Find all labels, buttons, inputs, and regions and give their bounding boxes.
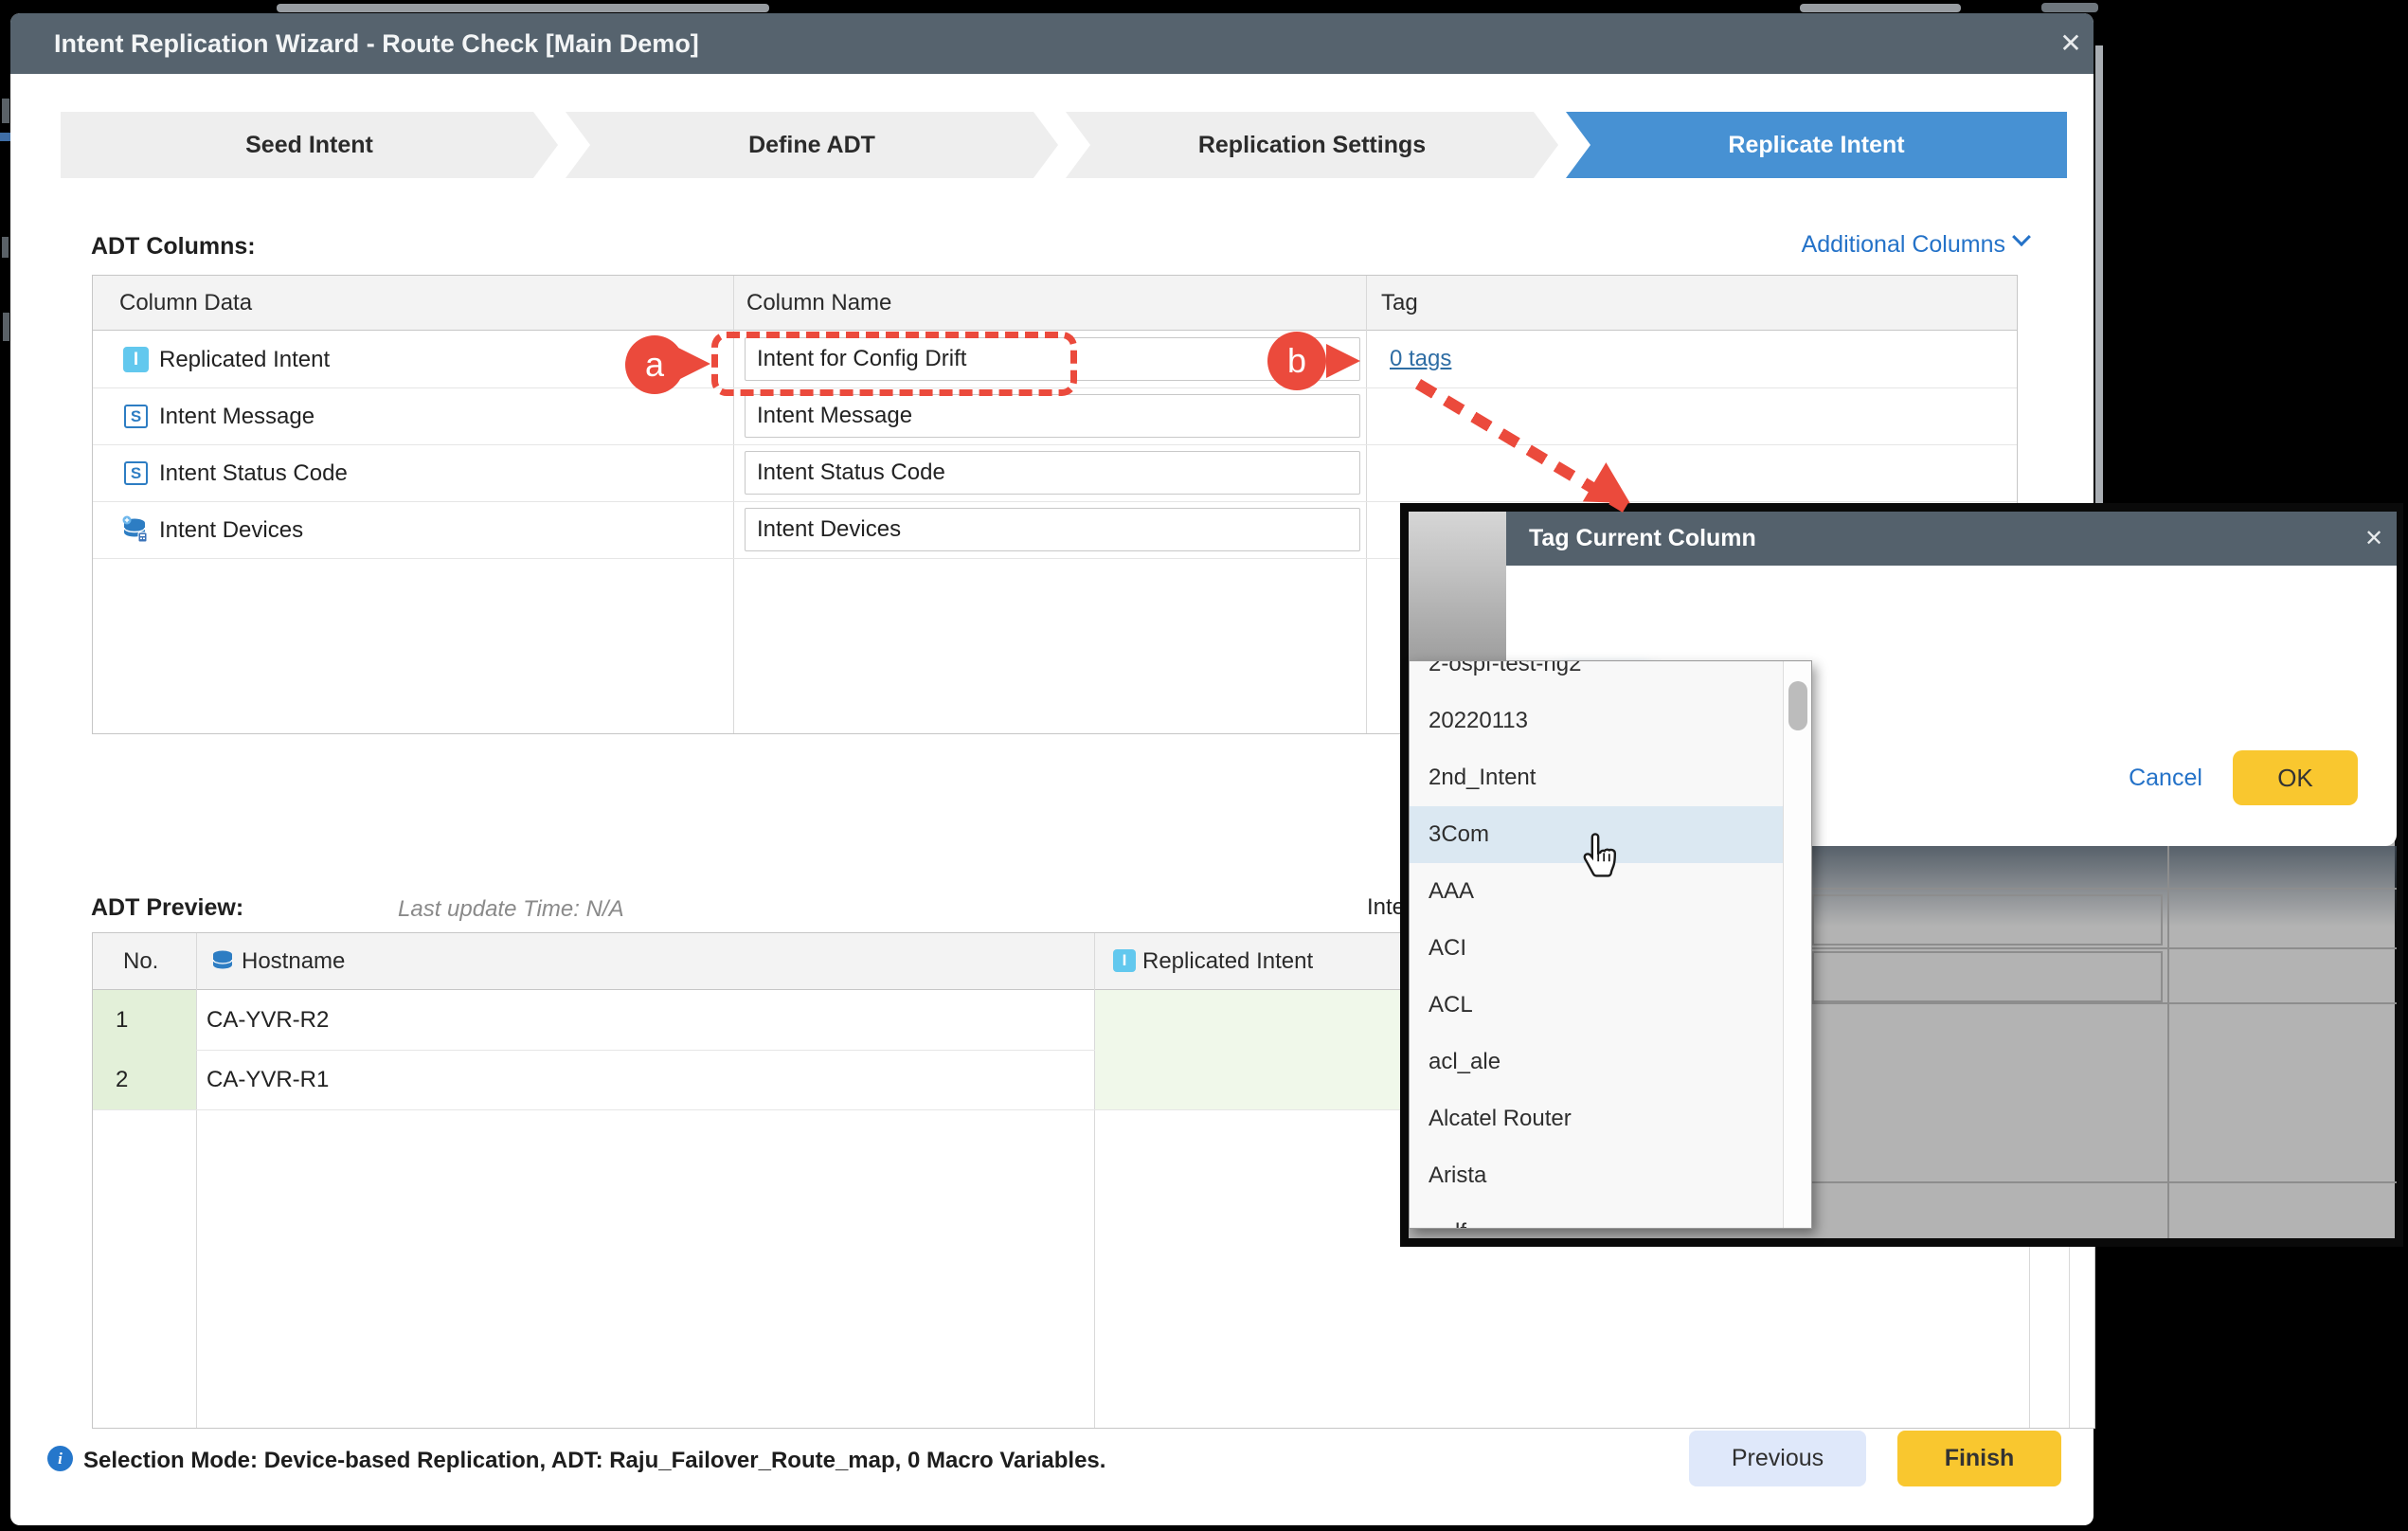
additional-columns-text: Additional Columns [1802,231,2005,258]
close-icon[interactable]: ✕ [2052,25,2090,63]
string-icon: S [124,461,148,485]
dimmed-input-box [1812,951,2163,1002]
column-data-label: Intent Message [159,404,314,430]
last-update-time: Last update Time: N/A [398,896,624,923]
col-header-no: No. [123,948,158,975]
col-header-hostname: Hostname [242,948,345,975]
dimmed-table-line [1812,1181,2397,1183]
annotation-badge-b: b [1267,332,1326,390]
annotation-badge-b-pointer [1326,344,1360,378]
tag-dialog-title: Tag Current Column [1529,512,1756,566]
hand-cursor [1578,830,1624,885]
dialog-titlebar: Intent Replication Wizard - Route Check … [10,13,2094,74]
selection-mode-status: Selection Mode: Device-based Replication… [83,1448,1105,1474]
row-number-cell: 1 [93,990,196,1050]
list-item[interactable]: Alcatel Router [1410,1090,1783,1147]
intent-icon: I [1113,949,1136,972]
list-item-clipped[interactable]: lf [1410,1204,1783,1229]
table-row-intent-message: S Intent Message [93,387,2017,444]
background-text-fragment [2,99,9,123]
devices-icon [121,515,150,544]
hostname-device-icon [210,948,235,973]
info-icon: i [47,1446,73,1471]
intent-icon: I [123,347,149,372]
tab-replicate-intent[interactable]: Replicate Intent [1566,112,2067,178]
column-name-input[interactable] [745,508,1360,551]
list-item[interactable]: 2-ospf-test-ng2 [1410,660,1783,693]
dialog-title: Intent Replication Wizard - Route Check … [54,13,699,74]
column-data-label: Intent Status Code [159,460,348,487]
table-row-intent-status-code: S Intent Status Code [93,444,2017,501]
zero-tags-link[interactable]: 0 tags [1390,346,1451,372]
list-item[interactable]: ACL [1410,977,1783,1034]
hostname-cell: CA-YVR-R1 [207,1067,329,1093]
column-data-label: Replicated Intent [159,347,330,373]
dropdown-scrollbar-track[interactable] [1783,661,1812,1229]
background-text-fragment [3,313,9,341]
background-highlight-fragment [0,133,10,141]
tag-dropdown-list: 2-ospf-test-ng2 20220113 2nd_Intent 3Com… [1409,660,1812,1229]
previous-button[interactable]: Previous [1689,1431,1866,1486]
dropdown-scrollbar-thumb[interactable] [1788,681,1807,730]
annotation-badge-a-pointer [676,347,710,381]
list-item[interactable]: 2nd_Intent [1410,749,1783,806]
hostname-cell: CA-YVR-R2 [207,1007,329,1034]
tab-define-adt[interactable]: Define ADT [566,112,1058,178]
cancel-button[interactable]: Cancel [2122,764,2209,792]
col-header-replicated-intent: Replicated Intent [1142,948,1313,975]
col-header-tag: Tag [1381,290,1418,316]
tag-dialog-titlebar: Tag Current Column ✕ [1506,512,2397,566]
tag-dialog-close-icon[interactable]: ✕ [2355,520,2393,558]
ok-button[interactable]: OK [2233,750,2358,805]
row-number-cell: 2 [93,1050,196,1109]
dimmed-table-line [2167,846,2169,1238]
string-icon: S [124,405,148,428]
column-name-input[interactable] [745,394,1360,438]
background-scrollbar-fragment [277,4,769,12]
chevron-down-icon [2012,227,2031,246]
col-header-column-data: Column Data [119,290,252,316]
finish-button[interactable]: Finish [1897,1431,2061,1486]
col-header-column-name: Column Name [746,290,891,316]
tag-dropdown-items: 2-ospf-test-ng2 20220113 2nd_Intent 3Com… [1410,660,1783,1229]
list-item[interactable]: 20220113 [1410,693,1783,749]
row-number: 2 [116,1067,128,1093]
dimmed-input-box [1812,894,2163,946]
row-number: 1 [116,1007,128,1034]
background-text-fragment [2,237,9,258]
column-name-input[interactable] [745,451,1360,495]
background-scrollbar-fragment [1800,4,1961,12]
column-data-label: Intent Devices [159,517,303,544]
list-item[interactable]: acl_ale [1410,1034,1783,1090]
list-item[interactable]: ACI [1410,920,1783,977]
background-window-fragment [2041,3,2098,12]
adt-columns-table-header: Column Data Column Name Tag [93,276,2017,331]
dimmed-table-line [1812,888,2397,890]
tab-replication-settings[interactable]: Replication Settings [1066,112,1558,178]
list-item[interactable]: Arista [1410,1147,1783,1204]
adt-columns-label: ADT Columns: [91,233,256,261]
additional-columns-link[interactable]: Additional Columns [1763,231,2028,259]
annotation-badge-a: a [625,335,684,394]
dimmed-table-line [1812,1002,2397,1004]
tab-seed-intent[interactable]: Seed Intent [61,112,558,178]
annotation-dashed-box [711,332,1077,396]
adt-preview-label: ADT Preview: [91,894,243,922]
dimmed-table-line [1812,947,2397,949]
clipped-intent-text: Inte [1367,894,1401,921]
